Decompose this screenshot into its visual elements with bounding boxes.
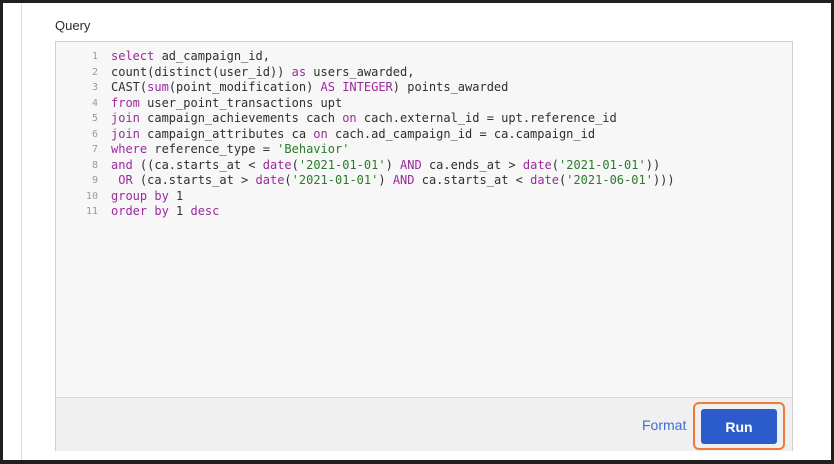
sql-string: '2021-01-01' bbox=[559, 157, 646, 172]
sql-token: campaign_achievements cach bbox=[139, 111, 343, 125]
sql-keyword: date bbox=[530, 173, 559, 187]
sql-keyword: AND bbox=[400, 157, 422, 172]
sql-token: ) bbox=[378, 173, 393, 187]
line-number: 2 bbox=[91, 66, 98, 78]
sql-token: cach.external_id = upt.reference_id bbox=[356, 111, 617, 125]
query-label: Query bbox=[55, 18, 91, 33]
sql-string: '2021-06-01' bbox=[566, 173, 653, 187]
code-line: count(distinct(user_id)) as users_awarde… bbox=[111, 65, 675, 81]
sql-token: reference_type = bbox=[147, 142, 278, 156]
sql-string: '2021-01-01' bbox=[291, 173, 379, 187]
code-line: from user_point_transactions upt bbox=[111, 96, 675, 112]
sql-keyword: from bbox=[111, 95, 140, 110]
line-number: 10 bbox=[85, 190, 98, 202]
sql-token: users_awarded, bbox=[306, 64, 415, 79]
line-number: 5 bbox=[91, 113, 98, 124]
sql-keyword: AND bbox=[392, 173, 415, 187]
sql-token: ) points_awarded bbox=[392, 80, 509, 94]
sql-keyword: OR bbox=[118, 173, 133, 187]
sql-token: ca.starts_at < bbox=[414, 173, 531, 187]
line-number: 3 bbox=[91, 82, 98, 93]
sql-token: ) bbox=[385, 157, 401, 172]
run-button[interactable]: Run bbox=[701, 409, 777, 444]
sql-token: ))) bbox=[652, 173, 675, 187]
sql-editor[interactable]: 1 2 3 4 5 6 7 8 9 10 11 select ad_campaign_id, coun… bbox=[55, 41, 793, 451]
line-number: 8 bbox=[91, 159, 98, 171]
sql-keyword: as bbox=[291, 64, 307, 79]
code-line: where reference_type = 'Behavior' bbox=[111, 142, 675, 158]
sql-token: ( bbox=[551, 157, 560, 172]
sql-keyword: where bbox=[111, 142, 148, 156]
sql-string: 'Behavior' bbox=[277, 142, 350, 156]
sql-keyword: date bbox=[262, 157, 292, 172]
code-line: group by 1 bbox=[111, 189, 675, 205]
sql-keyword: date bbox=[255, 173, 285, 187]
code-line: join campaign_attributes ca on cach.ad_c… bbox=[111, 127, 675, 143]
editor-toolbar: Format Run bbox=[56, 397, 792, 451]
code-area[interactable]: 1 2 3 4 5 6 7 8 9 10 11 select ad_campaign_id, coun… bbox=[56, 42, 792, 396]
sql-token: 1 bbox=[168, 188, 184, 203]
code-line: CAST(sum(point_modification) AS INTEGER)… bbox=[111, 80, 675, 96]
sql-string: '2021-01-01' bbox=[298, 157, 386, 172]
sql-keyword: group by bbox=[111, 188, 169, 203]
line-number: 4 bbox=[91, 97, 98, 109]
sql-keyword: and bbox=[111, 157, 133, 172]
sql-token: ca.ends_at > bbox=[421, 157, 523, 172]
code-line: and ((ca.starts_at < date('2021-01-01') … bbox=[111, 158, 675, 174]
sql-keyword: desc bbox=[190, 204, 220, 218]
sql-token: count(distinct(user_id)) bbox=[111, 64, 292, 79]
sql-keyword: order by bbox=[111, 204, 169, 218]
sql-keyword: sum bbox=[147, 80, 169, 94]
sql-token: 1 bbox=[168, 204, 191, 218]
code-line: OR (ca.starts_at > date('2021-01-01') AN… bbox=[111, 173, 675, 189]
line-number: 1 bbox=[91, 51, 98, 62]
sql-keyword: AS INTEGER bbox=[320, 80, 393, 94]
code-line: join campaign_achievements cach on cach.… bbox=[111, 111, 675, 127]
sql-token: user_point_transactions upt bbox=[139, 95, 343, 110]
sql-token: (point_modification) bbox=[168, 80, 321, 94]
sql-keyword: join bbox=[111, 126, 140, 141]
line-number: 9 bbox=[91, 175, 98, 186]
sql-keyword: select bbox=[111, 49, 155, 63]
line-number-gutter: 1 2 3 4 5 6 7 8 9 10 11 bbox=[56, 49, 98, 220]
code-line: select ad_campaign_id, bbox=[111, 49, 675, 65]
code-line: order by 1 desc bbox=[111, 204, 675, 220]
sql-token: ( bbox=[291, 157, 299, 172]
sql-token: cach.ad_campaign_id = ca.campaign_id bbox=[327, 126, 596, 141]
format-button[interactable]: Format bbox=[642, 417, 686, 433]
sql-keyword: join bbox=[111, 111, 140, 125]
line-number: 11 bbox=[85, 206, 98, 217]
sql-token: ad_campaign_id, bbox=[154, 49, 270, 63]
sql-token: (ca.starts_at > bbox=[132, 173, 256, 187]
line-number: 7 bbox=[91, 144, 98, 155]
sql-keyword: on bbox=[313, 126, 328, 141]
line-number: 6 bbox=[91, 128, 98, 140]
sql-code[interactable]: select ad_campaign_id, count(distinct(use… bbox=[111, 49, 675, 220]
sql-token: )) bbox=[645, 157, 661, 172]
sql-keyword: on bbox=[342, 111, 357, 125]
sql-token: ( bbox=[284, 173, 292, 187]
sql-token: CAST( bbox=[111, 80, 148, 94]
sql-keyword: date bbox=[522, 157, 552, 172]
sql-token: campaign_attributes ca bbox=[139, 126, 314, 141]
sql-token: ((ca.starts_at < bbox=[132, 157, 263, 172]
